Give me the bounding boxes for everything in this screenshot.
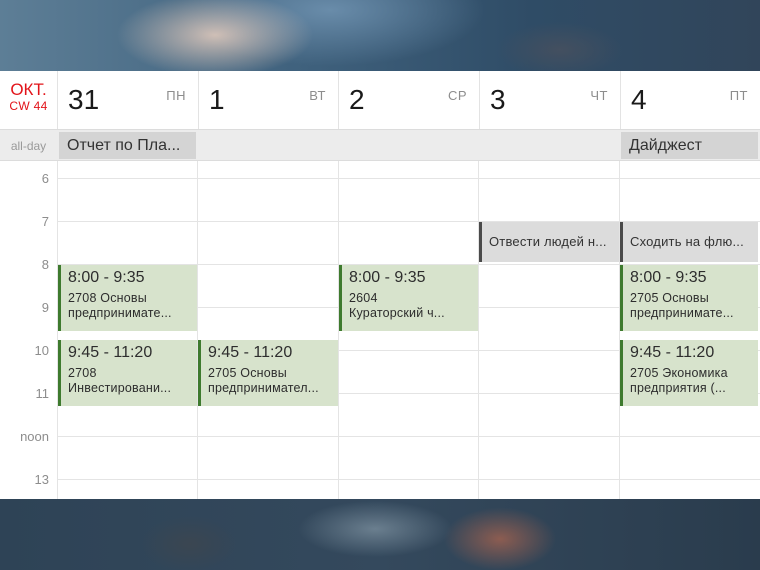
event-title-line2: предпринимате... bbox=[630, 306, 734, 320]
event-title-line1: 2708 Основы bbox=[68, 291, 147, 305]
event-title-line2: предприятия (... bbox=[630, 381, 726, 395]
event-wed-1[interactable]: 8:00 - 9:35 2604 Кураторский ч... bbox=[339, 265, 478, 331]
hour-label-8: 8 bbox=[41, 257, 49, 272]
hour-label-noon: noon bbox=[20, 429, 49, 444]
column-divider bbox=[478, 161, 479, 499]
event-title-line1: 2705 Экономика bbox=[630, 366, 728, 380]
day-header-wed[interactable]: 2 СР bbox=[338, 71, 479, 129]
event-time: 9:45 - 11:20 bbox=[68, 344, 153, 361]
day-name: ПТ bbox=[729, 88, 748, 103]
all-day-row: all-day Отчет по Пла... Дайджест bbox=[0, 129, 760, 161]
event-title-line1: 2705 Основы bbox=[630, 291, 709, 305]
day-number: 2 bbox=[349, 84, 365, 115]
day-header-row: ОКТ. CW 44 31 ПН 1 ВТ 2 СР 3 ЧТ 4 ПТ bbox=[0, 71, 760, 129]
event-fri-1[interactable]: 8:00 - 9:35 2705 Основы предпринимате... bbox=[620, 265, 758, 331]
event-time: 8:00 - 9:35 bbox=[68, 269, 145, 286]
day-name: ПН bbox=[166, 88, 186, 103]
event-reminder-thu[interactable]: Отвести людей н... bbox=[479, 222, 619, 262]
column-divider bbox=[197, 161, 198, 499]
day-header-mon[interactable]: 31 ПН bbox=[57, 71, 198, 129]
day-number: 3 bbox=[490, 84, 506, 115]
hour-label-6: 6 bbox=[41, 171, 49, 186]
day-name: СР bbox=[447, 88, 467, 103]
month-label: ОКТ. bbox=[10, 80, 47, 99]
day-number: 4 bbox=[631, 84, 647, 115]
event-title-line1: 2604 bbox=[349, 291, 378, 305]
day-header-tue[interactable]: 1 ВТ bbox=[198, 71, 338, 129]
hour-label-10: 10 bbox=[34, 343, 49, 358]
event-time: 9:45 - 11:20 bbox=[630, 344, 715, 361]
hour-label-9: 9 bbox=[41, 300, 49, 315]
background-photo-top bbox=[0, 0, 760, 71]
day-header-fri[interactable]: 4 ПТ bbox=[620, 71, 760, 129]
all-day-event-digest[interactable]: Дайджест bbox=[621, 132, 758, 159]
hour-line bbox=[57, 479, 760, 480]
event-title-line1: 2708 bbox=[68, 366, 97, 380]
event-time: 8:00 - 9:35 bbox=[630, 269, 707, 286]
calendar-week-view: ОКТ. CW 44 31 ПН 1 ВТ 2 СР 3 ЧТ 4 ПТ all… bbox=[0, 71, 760, 499]
hour-line bbox=[57, 178, 760, 179]
event-title: Отвести людей н... bbox=[489, 234, 607, 249]
week-number: CW 44 bbox=[9, 99, 48, 113]
event-title: Сходить на флю... bbox=[630, 234, 744, 249]
day-header-thu[interactable]: 3 ЧТ bbox=[479, 71, 620, 129]
hour-label-7: 7 bbox=[41, 214, 49, 229]
event-mon-2[interactable]: 9:45 - 11:20 2708 Инвестировани... bbox=[58, 340, 197, 406]
event-mon-1[interactable]: 8:00 - 9:35 2708 Основы предпринимате... bbox=[58, 265, 197, 331]
event-time: 9:45 - 11:20 bbox=[208, 344, 293, 361]
day-number: 31 bbox=[68, 84, 100, 115]
hour-line bbox=[57, 436, 760, 437]
day-name: ВТ bbox=[309, 88, 326, 103]
hour-label-11: 11 bbox=[35, 386, 50, 401]
day-name: ЧТ bbox=[590, 88, 608, 103]
event-title-line1: 2705 Основы bbox=[208, 366, 287, 380]
all-day-event-report[interactable]: Отчет по Пла... bbox=[59, 132, 196, 159]
event-title-line2: предпринимате... bbox=[68, 306, 172, 320]
time-grid[interactable]: 6 7 8 9 10 11 noon 13 Отвести людей н...… bbox=[0, 161, 760, 499]
event-title-line2: Кураторский ч... bbox=[349, 306, 445, 320]
event-title-line2: Инвестировани... bbox=[68, 381, 172, 395]
hour-label-13: 13 bbox=[34, 472, 49, 487]
event-reminder-fri[interactable]: Сходить на флю... bbox=[620, 222, 758, 262]
background-photo-bottom bbox=[0, 499, 760, 570]
event-tue-2[interactable]: 9:45 - 11:20 2705 Основы предпринимател.… bbox=[198, 340, 338, 406]
day-number: 1 bbox=[209, 84, 225, 115]
event-time: 8:00 - 9:35 bbox=[349, 269, 426, 286]
event-fri-2[interactable]: 9:45 - 11:20 2705 Экономика предприятия … bbox=[620, 340, 758, 406]
event-title-line2: предпринимател... bbox=[208, 381, 319, 395]
all-day-label: all-day bbox=[10, 139, 47, 153]
